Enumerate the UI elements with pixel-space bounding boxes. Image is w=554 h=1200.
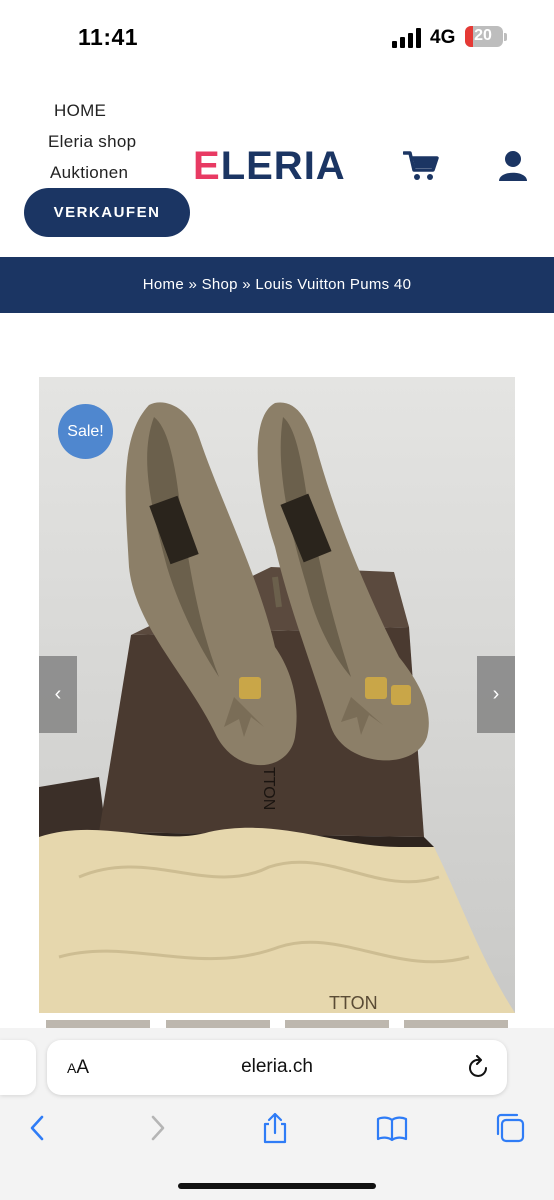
sell-button[interactable]: VERKAUFEN [24,188,190,237]
url-text[interactable]: eleria.ch [47,1056,507,1078]
battery-cap [504,33,507,41]
home-indicator[interactable] [178,1183,376,1189]
next-arrow-button[interactable]: › [477,656,515,733]
battery-icon: 20 [465,26,503,47]
bookmarks-icon[interactable] [376,1112,408,1144]
breadcrumb: Home » Shop » Louis Vuitton Pums 40 [0,257,554,313]
bag-text: TTON [329,993,378,1013]
logo-e: E [193,144,221,188]
network-type: 4G [430,27,456,48]
logo-rest: LERIA [220,144,346,188]
prev-arrow-button[interactable]: ‹ [39,656,77,733]
nav-home[interactable]: HOME [54,101,106,121]
breadcrumb-text[interactable]: Home » Shop » Louis Vuitton Pums 40 [143,276,411,293]
user-icon[interactable] [497,150,529,182]
nav-auktionen[interactable]: Auktionen [50,163,128,183]
sale-badge: Sale! [58,404,113,459]
battery-level: 20 [474,27,492,44]
cart-icon[interactable] [403,150,439,182]
status-bar: 11:41 4G 20 [0,0,554,70]
forward-icon[interactable] [141,1112,173,1144]
box-text: TTON [260,767,277,810]
status-time: 11:41 [78,24,139,50]
signal-icon [392,28,421,48]
nav-eleria-shop[interactable]: Eleria shop [48,132,136,152]
share-icon[interactable] [259,1112,291,1144]
previous-tab-peek[interactable] [0,1040,36,1095]
address-bar[interactable]: AA eleria.ch [47,1040,507,1095]
tabs-icon[interactable] [494,1112,526,1144]
product-image[interactable]: TTON TTON [39,377,515,1013]
product-photo: TTON TTON [39,377,515,1013]
reload-icon[interactable] [467,1055,491,1079]
back-icon[interactable] [22,1112,54,1144]
eleria-logo[interactable]: ELERIA [193,144,346,188]
